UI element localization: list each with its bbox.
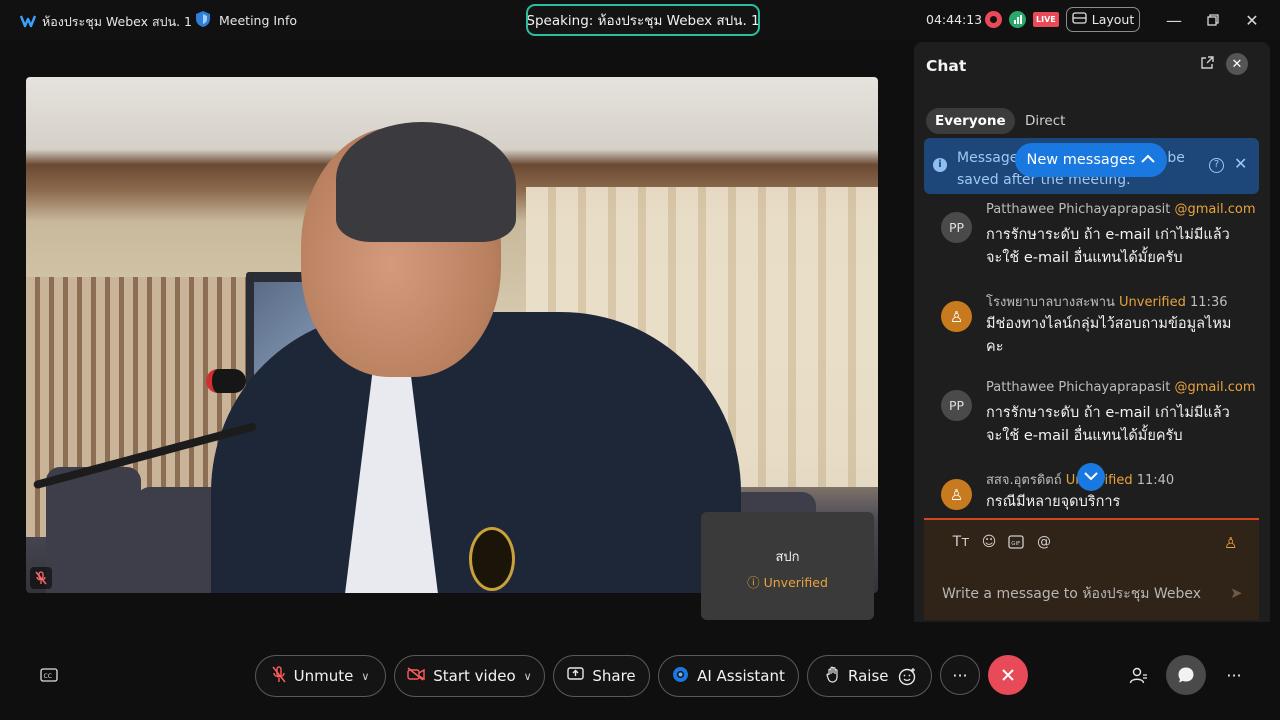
muted-mic-icon bbox=[272, 665, 286, 687]
control-bar: CC Unmute ∨ Start video ∨ Share AI Assis… bbox=[0, 640, 1280, 720]
close-icon: ✕ bbox=[1231, 56, 1243, 72]
closed-captions-icon[interactable]: CC bbox=[30, 655, 68, 695]
active-speaker-indicator: Speaking: ห้องประชุม Webex สปน. 1 bbox=[526, 4, 760, 36]
sender-name: โรงพยาบาลบางสะพาน bbox=[986, 295, 1115, 310]
close-chat-button[interactable]: ✕ bbox=[1226, 53, 1248, 75]
help-icon[interactable]: ? bbox=[1209, 158, 1224, 173]
ai-assistant-icon bbox=[672, 666, 689, 687]
minimize-icon[interactable]: — bbox=[1163, 9, 1185, 31]
reactions-icon[interactable] bbox=[888, 657, 926, 695]
sender-tag: @gmail.com bbox=[1174, 380, 1256, 395]
self-view-name: สปก bbox=[775, 550, 800, 565]
svg-text:GIF: GIF bbox=[1011, 541, 1020, 547]
restore-icon[interactable] bbox=[1202, 9, 1224, 31]
video-off-icon bbox=[407, 667, 425, 685]
new-messages-label: New messages bbox=[1026, 152, 1136, 168]
unmute-button[interactable]: Unmute ∨ bbox=[255, 655, 386, 697]
guest-user-icon: ♙ bbox=[941, 301, 972, 332]
popout-icon[interactable] bbox=[1200, 56, 1216, 72]
meeting-title: ห้องประชุม Webex สปน. 1 bbox=[42, 14, 193, 29]
svg-text:CC: CC bbox=[44, 673, 52, 680]
self-view-status-label: Unverified bbox=[763, 575, 828, 590]
chevron-down-icon[interactable]: ∨ bbox=[524, 670, 532, 683]
message-text: การรักษาระดับ ถ้า e-mail เก่าไม่มีแล้ว จ… bbox=[986, 227, 1230, 266]
raise-label: Raise bbox=[848, 667, 889, 685]
microphone-head bbox=[206, 369, 246, 393]
new-messages-button[interactable]: New messages bbox=[1015, 143, 1167, 177]
close-window-icon[interactable]: ✕ bbox=[1241, 9, 1263, 31]
avatar: PP bbox=[941, 390, 972, 421]
start-video-label: Start video bbox=[433, 667, 516, 685]
gif-icon[interactable]: GIF bbox=[1007, 534, 1025, 552]
start-video-button[interactable]: Start video ∨ bbox=[394, 655, 545, 697]
layout-label: Layout bbox=[1091, 12, 1135, 27]
send-icon[interactable]: ➤ bbox=[1230, 584, 1243, 602]
chat-panel: Chat ✕ Everyone Direct i Messages in thi… bbox=[914, 42, 1270, 622]
sender-tag: @gmail.com bbox=[1174, 202, 1256, 217]
meeting-info-label: Meeting Info bbox=[219, 13, 298, 28]
live-badge[interactable]: LIVE bbox=[1033, 12, 1059, 27]
chevron-up-icon bbox=[1141, 152, 1156, 168]
jacket-emblem bbox=[469, 527, 515, 591]
message-time: 11:36 bbox=[1190, 295, 1228, 310]
layout-button[interactable]: Layout bbox=[1066, 7, 1140, 32]
message-text: มีช่องทางไลน์กลุ่มไว้สอบถามข้อมูลไหมคะ bbox=[986, 316, 1232, 355]
message-header: Patthawee Phichayaprapasit @gmail.com 1 bbox=[986, 380, 1260, 395]
layout-grid-icon bbox=[1072, 12, 1087, 27]
meeting-timer: 04:44:13 bbox=[926, 12, 983, 27]
scroll-down-button[interactable] bbox=[1077, 463, 1105, 491]
share-label: Share bbox=[592, 667, 636, 685]
sender-tag: Unverified bbox=[1119, 295, 1186, 310]
avatar: PP bbox=[941, 212, 972, 243]
sender-name: สสจ.อุตรดิตถ์ bbox=[986, 473, 1062, 488]
participants-icon[interactable] bbox=[1118, 655, 1158, 695]
warning-icon: ⓘ bbox=[747, 575, 760, 590]
tab-direct[interactable]: Direct bbox=[1016, 108, 1074, 134]
top-bar: ห้องประชุม Webex สปน. 1 Meeting Info Spe… bbox=[0, 0, 1280, 40]
text-format-icon[interactable]: Tт bbox=[952, 534, 970, 552]
raise-hand-icon bbox=[826, 666, 840, 687]
more-options-icon[interactable]: ··· bbox=[940, 655, 980, 695]
message-text: การรักษาระดับ ถ้า e-mail เก่าไม่มีแล้ว จ… bbox=[986, 405, 1230, 444]
ai-assistant-label: AI Assistant bbox=[697, 667, 785, 685]
chevron-down-icon bbox=[1084, 469, 1098, 485]
video-chair bbox=[46, 467, 141, 593]
message-time: 11:40 bbox=[1136, 473, 1175, 488]
chevron-down-icon[interactable]: ∨ bbox=[361, 670, 369, 683]
self-view-tile[interactable]: สปก ⓘ Unverified bbox=[701, 512, 874, 620]
chat-message-input[interactable] bbox=[942, 582, 1227, 606]
unmute-label: Unmute bbox=[293, 667, 354, 685]
leave-meeting-icon[interactable] bbox=[988, 655, 1028, 695]
message-header: Patthawee Phichayaprapasit @gmail.com 11 bbox=[986, 202, 1260, 217]
guest-user-icon: ♙ bbox=[941, 479, 972, 510]
meeting-title-group[interactable]: ห้องประชุม Webex สปน. 1 bbox=[19, 12, 193, 32]
share-screen-icon bbox=[567, 667, 585, 685]
network-health-icon[interactable] bbox=[1009, 11, 1026, 28]
sender-name: Patthawee Phichayaprapasit bbox=[986, 380, 1171, 395]
meeting-info-button[interactable]: Meeting Info bbox=[195, 10, 297, 31]
sender-name: Patthawee Phichayaprapasit bbox=[986, 202, 1171, 217]
recording-icon[interactable] bbox=[985, 11, 1002, 28]
webex-logo-icon bbox=[19, 14, 37, 31]
participant-hair bbox=[336, 122, 516, 242]
chat-icon[interactable] bbox=[1166, 655, 1206, 695]
chat-composer: Tт ☺ GIF @ ♙ ➤ bbox=[924, 518, 1259, 620]
tab-everyone[interactable]: Everyone bbox=[926, 108, 1015, 134]
ai-assistant-button[interactable]: AI Assistant bbox=[658, 655, 799, 697]
message-text: กรณีมีหลายจุดบริการ bbox=[986, 494, 1121, 510]
emoji-icon[interactable]: ☺ bbox=[980, 534, 998, 552]
share-button[interactable]: Share bbox=[553, 655, 650, 697]
muted-mic-icon bbox=[30, 567, 52, 589]
chat-title: Chat bbox=[926, 57, 967, 75]
mention-icon[interactable]: @ bbox=[1035, 534, 1053, 552]
more-panels-icon[interactable]: ··· bbox=[1214, 655, 1254, 695]
guest-visibility-icon[interactable]: ♙ bbox=[1224, 534, 1237, 552]
info-icon: i bbox=[933, 158, 947, 172]
self-view-status: ⓘ Unverified bbox=[701, 572, 874, 591]
message-header: โรงพยาบาลบางสะพาน Unverified 11:36 bbox=[986, 291, 1227, 312]
notice-close-icon[interactable]: ✕ bbox=[1234, 154, 1247, 173]
shield-icon bbox=[195, 10, 211, 31]
